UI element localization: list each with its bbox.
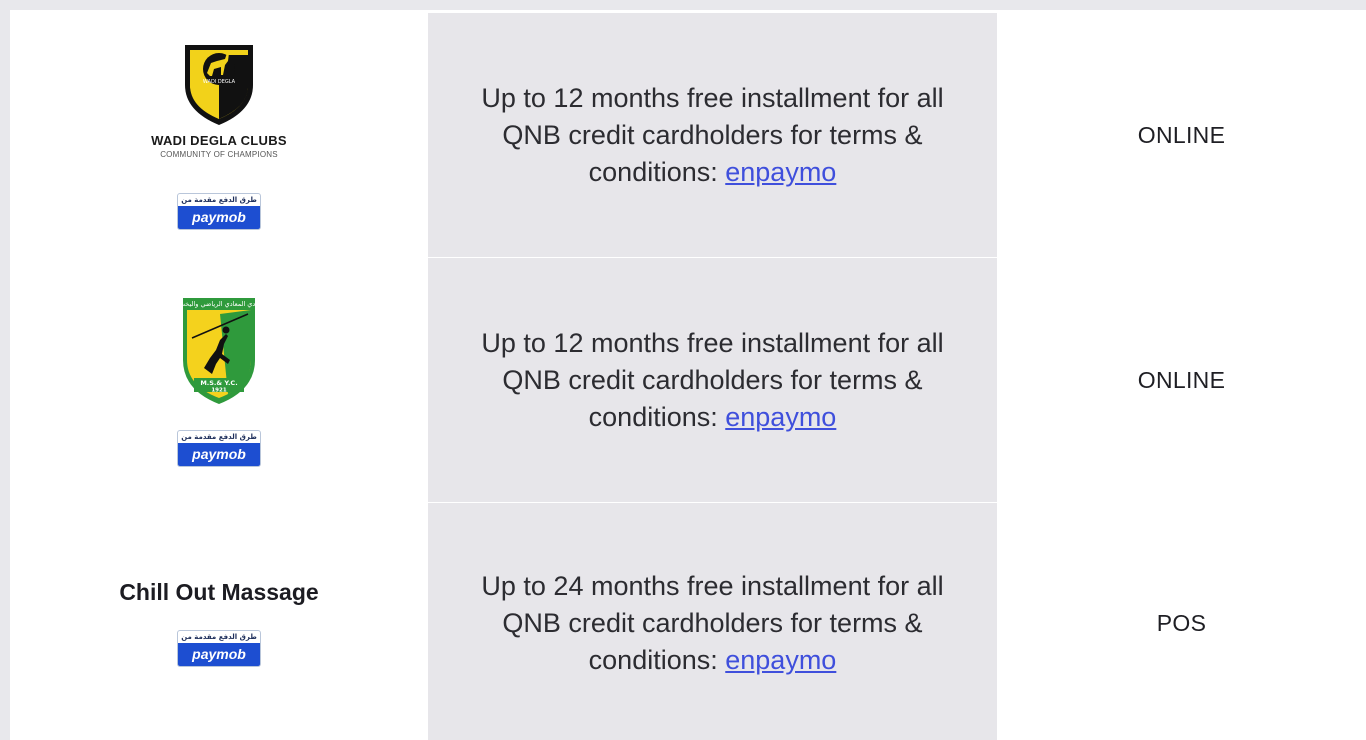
table-row: WADI DEGLA WADI DEGLA CLUBS COMMUNITY OF… (10, 13, 1366, 257)
paymob-badge-icon: طرق الدفع مقدمة من paymob (177, 630, 261, 667)
offer-description: Up to 12 months free installment for all… (453, 80, 973, 191)
terms-link[interactable]: enpaymo (725, 157, 836, 187)
channel-cell: ONLINE (997, 13, 1366, 257)
paymob-badge-arabic: طرق الدفع مقدمة من (181, 633, 257, 641)
offer-description-text: Up to 24 months free installment for all… (481, 570, 944, 675)
terms-link[interactable]: enpaymo (725, 402, 836, 432)
table-row: Chill Out Massage طرق الدفع مقدمة من pay… (10, 503, 1366, 740)
offer-description-cell: Up to 24 months free installment for all… (428, 503, 997, 740)
merchant-cell: نادي المعادي الرياضي واليخت M.S.& Y.C. 1… (10, 258, 428, 502)
channel-label: ONLINE (1137, 121, 1226, 148)
paymob-badge-arabic: طرق الدفع مقدمة من (181, 195, 257, 204)
offer-description-text: Up to 12 months free installment for all… (481, 327, 944, 432)
merchant-cell: Chill Out Massage طرق الدفع مقدمة من pay… (10, 503, 428, 740)
offer-description-cell: Up to 12 months free installment for all… (428, 13, 997, 257)
merchant-cell: WADI DEGLA WADI DEGLA CLUBS COMMUNITY OF… (10, 13, 428, 257)
maadi-club-arabic: نادي المعادي الرياضي واليخت (180, 300, 258, 308)
maadi-club-year: 1921 (211, 387, 226, 393)
merchant-name: Chill Out Massage (119, 579, 319, 605)
channel-cell: ONLINE (997, 258, 1366, 502)
paymob-badge-arabic: طرق الدفع مقدمة من (181, 432, 257, 441)
channel-label: ONLINE (1137, 366, 1226, 393)
wadi-degla-emblem-text: WADI DEGLA (203, 79, 236, 85)
offer-description: Up to 12 months free installment for all… (453, 325, 973, 436)
offer-description: Up to 24 months free installment for all… (453, 568, 973, 679)
merchant-logo-title: WADI DEGLA CLUBS (151, 132, 287, 148)
channel-label: POS (1156, 609, 1207, 636)
terms-link[interactable]: enpaymo (725, 645, 836, 675)
table-row: نادي المعادي الرياضي واليخت M.S.& Y.C. 1… (10, 258, 1366, 502)
maadi-club-name: M.S.& Y.C. (200, 379, 237, 387)
paymob-badge-brand: paymob (178, 442, 260, 466)
merchant-logo-subtitle: COMMUNITY OF CHAMPIONS (160, 149, 278, 159)
paymob-badge-icon: طرق الدفع مقدمة من paymob (177, 429, 261, 467)
wadi-degla-logo: WADI DEGLA WADI DEGLA CLUBS COMMUNITY OF… (151, 41, 287, 159)
maadi-club-logo-icon: نادي المعادي الرياضي واليخت M.S.& Y.C. 1… (180, 297, 258, 404)
wadi-degla-logo-icon: WADI DEGLA (184, 44, 253, 125)
paymob-badge-icon: طرق الدفع مقدمة من paymob (177, 192, 261, 230)
paymob-badge-brand: paymob (178, 643, 260, 666)
paymob-badge-brand: paymob (178, 205, 260, 229)
offers-page: WADI DEGLA WADI DEGLA CLUBS COMMUNITY OF… (10, 10, 1366, 740)
offer-description-text: Up to 12 months free installment for all… (481, 82, 944, 187)
offer-description-cell: Up to 12 months free installment for all… (428, 258, 997, 502)
channel-cell: POS (997, 503, 1366, 740)
